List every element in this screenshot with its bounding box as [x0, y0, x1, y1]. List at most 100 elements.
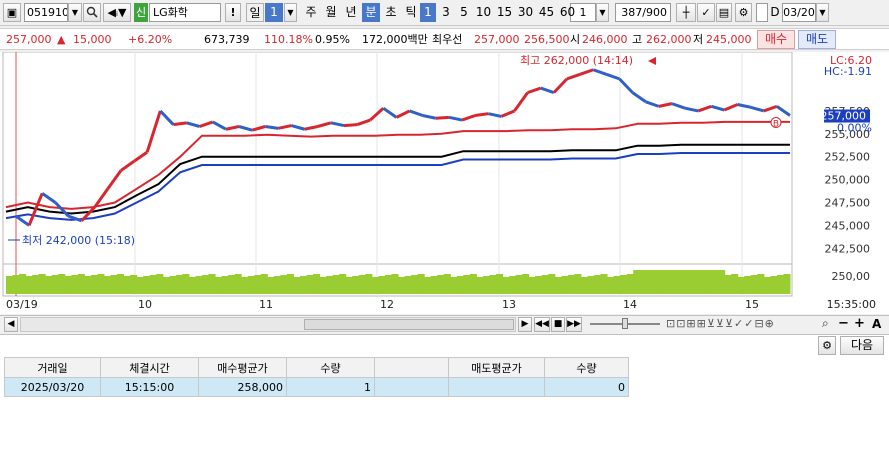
volume-bar [254, 275, 262, 294]
zoom-slider[interactable] [590, 318, 660, 329]
cell-sell-qty: 0 [544, 377, 629, 397]
volume-bar [509, 276, 517, 294]
price-segment [278, 124, 292, 130]
volume-bar [417, 274, 425, 294]
stock-code-input[interactable]: 051910 [24, 3, 68, 22]
period-option-2[interactable]: 년 [342, 3, 360, 22]
volume-bar [528, 277, 536, 294]
price-segment [474, 112, 489, 117]
volume-bar [162, 277, 170, 294]
save-icon[interactable]: ▤ [716, 3, 732, 22]
sell-button[interactable]: 매도 [798, 30, 836, 49]
scroll-left-icon[interactable]: ◀ [4, 317, 18, 332]
zoom-in-button[interactable]: + [854, 316, 865, 331]
price-segment [592, 68, 607, 76]
period-option-3[interactable]: 분 [362, 3, 380, 22]
price-chart[interactable]: 257,500255,000252,500250,000247,500245,0… [0, 51, 889, 314]
alert-button[interactable]: ! [225, 3, 241, 22]
date-input[interactable]: 03/20 [782, 3, 816, 22]
zoom-slider-thumb[interactable] [622, 318, 628, 329]
minute-step-1[interactable]: 1 [420, 3, 436, 22]
volume-bar [515, 275, 523, 294]
period-option-5[interactable]: 틱 [402, 3, 420, 22]
volume-bar [169, 276, 177, 294]
volume-bar [77, 274, 85, 294]
drawing-tools-icon[interactable]: ⊡⊡⊞⊞⊻⊻⊻✓✓⊟⊕ [666, 317, 775, 330]
volume-bar [221, 276, 229, 294]
volume-bar [202, 275, 210, 294]
price-segment [422, 114, 437, 120]
turnover-rate: 0.95% [315, 33, 350, 46]
draw-tool-icon[interactable]: ✓ [697, 3, 715, 22]
count-dropdown-icon[interactable]: ▼ [596, 3, 609, 22]
price-segment [15, 214, 30, 227]
rewind-icon[interactable]: ◀◀ [534, 317, 550, 332]
candle-style-icon[interactable]: ┼ [676, 3, 696, 22]
period-option-1[interactable]: 월 [322, 3, 340, 22]
volume-bar [64, 276, 72, 294]
count-display: 387/900 [615, 3, 671, 22]
search-icon[interactable] [83, 3, 101, 22]
chart-toolbar: ▣ 051910 ▼ ◀ᵢ▼ 신 LG화학 ! 일 1 ▼ 1 ▼ 387/90… [0, 0, 889, 26]
volume-bar [633, 270, 641, 294]
minute-step-45[interactable]: 45 [537, 3, 556, 22]
order-table: 거래일 체결시간 매수평균가 수량 매도평균가 수량 2025/03/20 15… [4, 357, 629, 397]
volume-bar [313, 274, 321, 294]
volume-bar [652, 270, 660, 294]
buy-marker-label: B [773, 120, 779, 130]
table-row[interactable]: 2025/03/20 15:15:00 258,000 1 0 [4, 377, 629, 397]
code-dropdown-icon[interactable]: ▼ [68, 3, 82, 22]
volume-bar [502, 277, 510, 294]
chart-window-icon[interactable]: ▣ [3, 3, 21, 22]
minute-step-60[interactable]: 60 [558, 3, 577, 22]
scrollbar-thumb[interactable] [304, 319, 514, 330]
low-annotation: 최저 242,000 (15:18) [22, 234, 135, 247]
period-option-0[interactable]: 주 [302, 3, 320, 22]
volume-bar [117, 274, 125, 294]
price-segment [461, 114, 476, 122]
y-tick-label: 252,500 [825, 151, 871, 164]
fast-forward-icon[interactable]: ▶▶ [566, 317, 582, 332]
minute-step-30[interactable]: 30 [516, 3, 535, 22]
magnify-icon[interactable]: ⌕ [822, 316, 829, 331]
price-segment [159, 109, 175, 126]
volume-bar [306, 275, 314, 294]
stock-type-badge: 신 [134, 3, 148, 22]
buy-button[interactable]: 매수 [757, 30, 795, 49]
volume-bar [678, 270, 686, 294]
period-option-4[interactable]: 초 [382, 3, 400, 22]
minute-step-15[interactable]: 15 [495, 3, 514, 22]
sound-icon[interactable]: ◀ᵢ▼ [103, 3, 131, 22]
price-segment [409, 109, 424, 117]
volume-bar [130, 275, 138, 294]
gear-icon[interactable]: ⚙ [735, 3, 752, 22]
date-dropdown-icon[interactable]: ▼ [816, 3, 829, 22]
volume-bar [685, 270, 693, 294]
minute-step-5[interactable]: 5 [456, 3, 472, 22]
period-unit-day[interactable]: 일 [246, 3, 264, 22]
minute-step-10[interactable]: 10 [474, 3, 493, 22]
scroll-right-icon[interactable]: ▶ [518, 317, 532, 332]
stop-icon[interactable]: ■ [551, 317, 565, 332]
price-segment [513, 91, 529, 112]
stock-name-field[interactable]: LG화학 [149, 3, 221, 22]
period-unit-value[interactable]: 1 [265, 3, 283, 22]
volume-bar [770, 276, 778, 294]
period-dropdown-icon[interactable]: ▼ [284, 3, 297, 22]
gear-icon[interactable]: ⚙ [818, 336, 836, 355]
price-segment [186, 121, 201, 128]
auto-scale-button[interactable]: A [872, 317, 881, 331]
price-segment [199, 120, 214, 128]
chart-scrollbar[interactable] [20, 317, 516, 332]
volume-bar [561, 276, 569, 294]
date-checkbox[interactable] [756, 3, 768, 22]
next-button[interactable]: 다음 [840, 336, 884, 355]
volume-bar [384, 275, 392, 294]
volume-bar [136, 277, 144, 294]
zoom-out-button[interactable]: − [838, 316, 849, 331]
minute-step-3[interactable]: 3 [438, 3, 454, 22]
volume-bar [241, 277, 249, 294]
band-line-2 [5, 152, 790, 221]
cell-trade-date: 2025/03/20 [4, 377, 101, 397]
volume-bar [456, 276, 464, 294]
